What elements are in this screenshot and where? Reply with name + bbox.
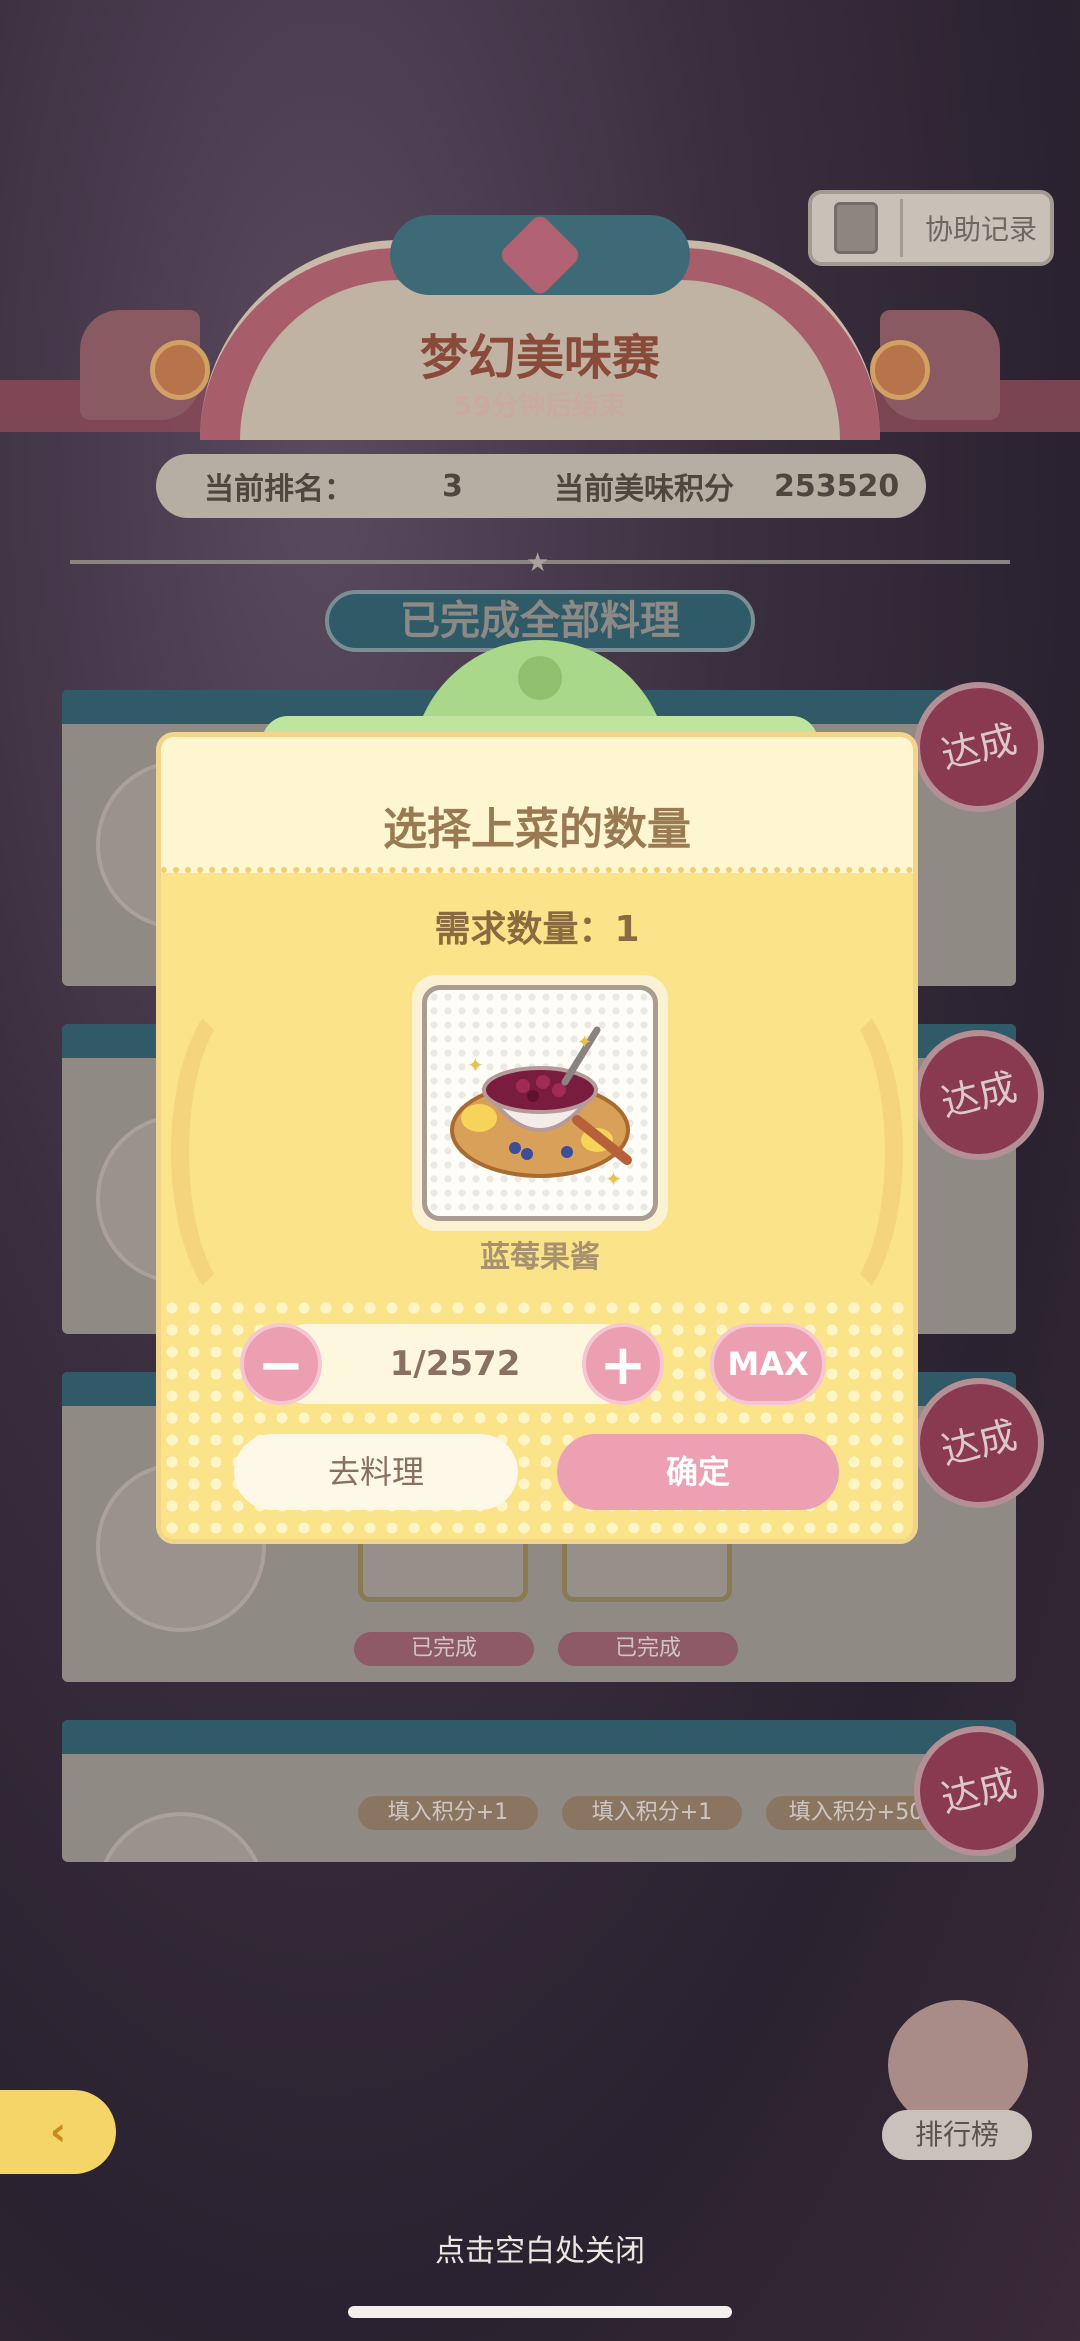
assist-record-button[interactable]: 协助记录 [808,190,1054,266]
tap-to-close-hint[interactable]: 点击空白处关闭 [340,2226,740,2270]
laurel-decoration [171,987,321,1317]
svg-text:✦: ✦ [577,1032,592,1053]
notebook-icon [834,202,878,254]
dish-thumbnail [96,1812,266,1862]
svg-text:✦: ✦ [467,1053,484,1077]
assist-record-label: 协助记录 [925,213,1038,246]
go-cook-button[interactable]: 去料理 [234,1434,518,1510]
dialog-header: 选择上菜的数量 [161,737,913,873]
completed-pill: 已完成 [558,1632,738,1666]
back-button[interactable]: ‹ [0,2090,116,2174]
divider [900,199,903,257]
decrease-button[interactable]: − [240,1323,322,1405]
bonus-pill: 填入积分+1 [358,1796,538,1830]
back-arrow-icon: ‹ [49,2109,67,2155]
score-value: 253520 [774,468,900,504]
right-medal-icon [870,340,930,400]
home-indicator[interactable] [348,2306,732,2318]
left-medal-icon [150,340,210,400]
dialog-title: 选择上菜的数量 [383,804,691,855]
clip-hole [518,656,562,700]
max-button[interactable]: MAX [710,1323,826,1405]
event-title: 梦幻美味赛 [419,330,660,386]
dish-card[interactable]: 填入积分+1 填入积分+1 填入积分+50 [62,1720,1016,1862]
completed-pill: 已完成 [354,1632,534,1666]
item-name: 蓝莓果酱 [480,1240,600,1275]
svg-text:✦: ✦ [605,1167,622,1191]
demand-quantity: 需求数量：1 [434,909,640,950]
increase-button[interactable]: + [582,1323,664,1405]
rank-label: 当前排名： [204,472,354,507]
card-header [62,1720,1016,1754]
laurel-decoration [753,987,903,1317]
leaderboard-button[interactable]: 排行榜 [882,2110,1032,2160]
item-card: ✦ ✦ ✦ [412,975,668,1231]
blueberry-jam-icon: ✦ ✦ ✦ [450,1026,632,1191]
bonus-pill: 填入积分+1 [562,1796,742,1830]
confirm-button[interactable]: 确定 [557,1434,839,1510]
rank-value: 3 [442,468,463,504]
event-countdown: 59分钟后结束 [453,391,627,422]
rank-score-bar: 当前排名： 3 当前美味积分 253520 [156,454,926,518]
star-icon: ★ [526,548,550,578]
score-label: 当前美味积分 [554,472,734,507]
item-image-frame: ✦ ✦ ✦ [422,985,658,1221]
